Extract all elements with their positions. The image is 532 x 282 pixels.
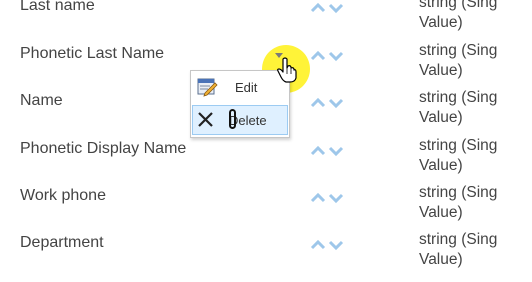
arrow-up-icon[interactable] xyxy=(310,50,326,61)
reorder-arrows xyxy=(310,237,346,251)
arrow-down-icon[interactable] xyxy=(328,193,344,204)
field-context-menu: Edit Delete xyxy=(190,70,290,138)
reorder-arrows xyxy=(310,48,346,62)
reorder-arrows xyxy=(310,0,346,14)
type-line-1: string (Sing xyxy=(419,184,498,201)
arrow-up-icon[interactable] xyxy=(310,239,326,250)
field-type: string (Sing Value) xyxy=(419,230,497,270)
field-name: Name xyxy=(20,92,63,109)
edit-icon xyxy=(197,78,218,97)
type-line-2: Value) xyxy=(419,251,463,268)
table-row: Work phone string (Sing Value) xyxy=(0,184,532,235)
reorder-arrows xyxy=(310,143,346,157)
delete-menu-item[interactable]: Delete xyxy=(192,105,288,135)
type-line-1: string (Sing xyxy=(419,137,498,154)
delete-x-icon xyxy=(198,112,213,127)
field-type: string (Sing Value) xyxy=(419,136,497,176)
arrow-up-icon[interactable] xyxy=(310,192,326,203)
arrow-down-icon[interactable] xyxy=(328,98,344,109)
type-line-2: Value) xyxy=(419,62,463,79)
field-name: Last name xyxy=(20,0,95,14)
table-row: Last name string (Sing Value) xyxy=(0,0,532,45)
field-type: string (Sing Value) xyxy=(419,0,497,33)
arrow-up-icon[interactable] xyxy=(310,145,326,156)
edit-label: Edit xyxy=(235,80,258,95)
edit-menu-item[interactable]: Edit xyxy=(192,72,288,102)
type-line-2: Value) xyxy=(419,109,463,126)
type-line-1: string (Sing xyxy=(419,89,498,106)
arrow-up-icon[interactable] xyxy=(310,97,326,108)
type-line-2: Value) xyxy=(419,14,463,31)
field-name: Work phone xyxy=(20,187,106,204)
field-name: Department xyxy=(20,234,104,251)
field-name: Phonetic Last Name xyxy=(20,45,165,62)
type-line-1: string (Sing xyxy=(419,0,498,11)
arrow-down-icon[interactable] xyxy=(328,3,344,14)
type-line-2: Value) xyxy=(419,204,463,221)
reorder-arrows xyxy=(310,95,346,109)
field-name: Phonetic Display Name xyxy=(20,140,187,157)
arrow-down-icon[interactable] xyxy=(328,51,344,62)
table-row: Department string (Sing Value) xyxy=(0,231,532,282)
table-row: Phonetic Display Name string (Sing Value… xyxy=(0,137,532,188)
field-type: string (Sing Value) xyxy=(419,41,497,81)
field-type: string (Sing Value) xyxy=(419,88,497,128)
arrow-down-icon[interactable] xyxy=(328,146,344,157)
field-type: string (Sing Value) xyxy=(419,183,497,223)
text-cursor-marker xyxy=(229,109,236,129)
type-line-1: string (Sing xyxy=(419,231,498,248)
arrow-down-icon[interactable] xyxy=(328,240,344,251)
arrow-up-icon[interactable] xyxy=(310,2,326,13)
type-line-1: string (Sing xyxy=(419,42,498,59)
hand-pointer-cursor-icon xyxy=(277,57,297,83)
reorder-arrows xyxy=(310,190,346,204)
type-line-2: Value) xyxy=(419,157,463,174)
